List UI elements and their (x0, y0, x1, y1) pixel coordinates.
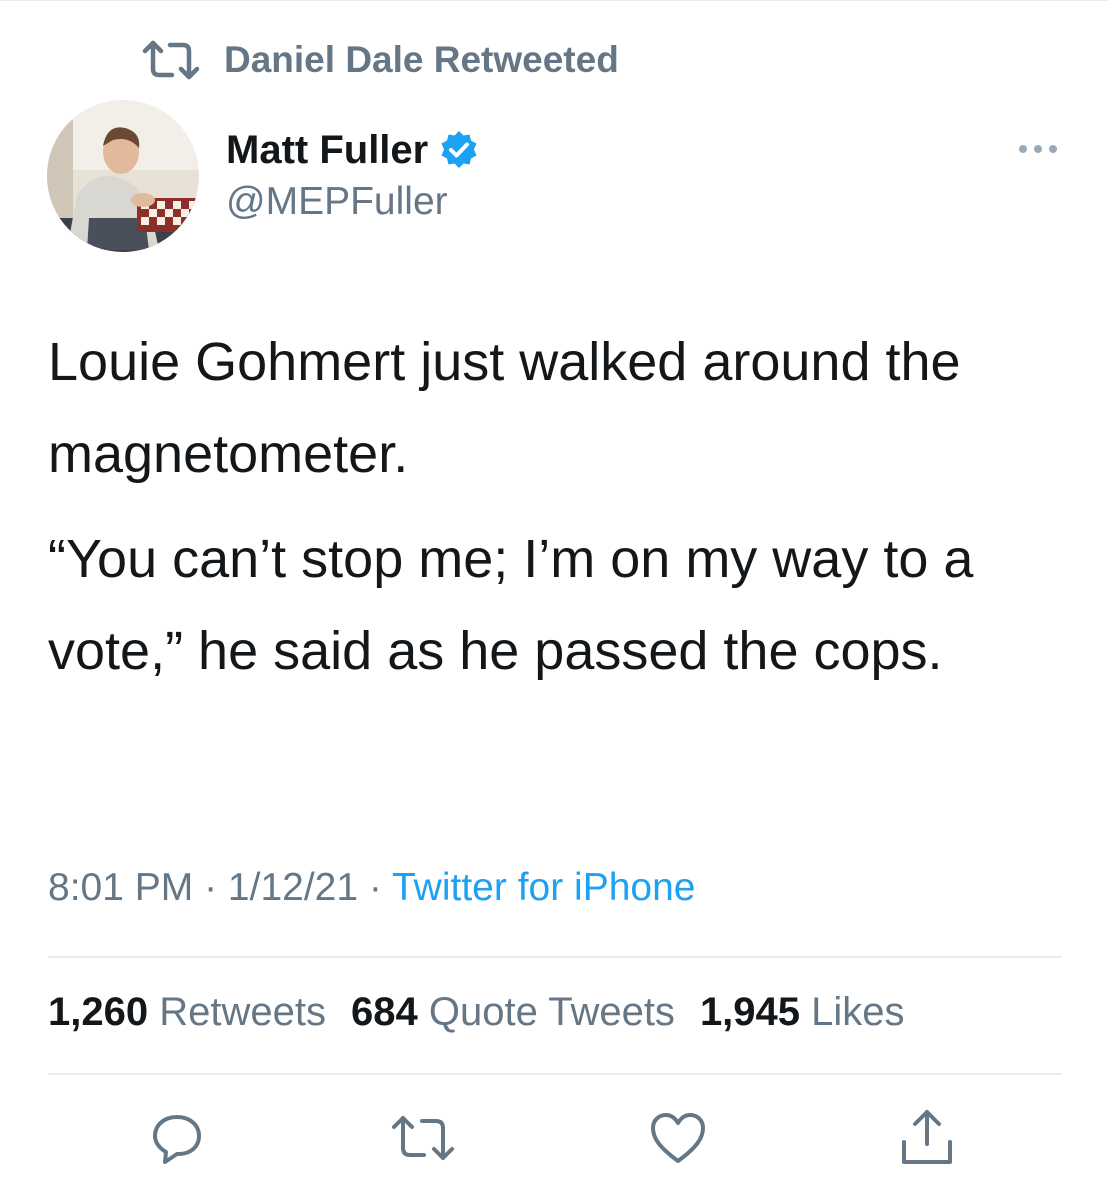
meta-separator: · (193, 866, 228, 909)
top-divider (0, 0, 1109, 1)
tweet-meta: 8:01 PM · 1/12/21 · Twitter for iPhone (48, 866, 695, 910)
like-button[interactable] (646, 1106, 710, 1170)
retweets-label: Retweets (159, 990, 326, 1034)
more-dot (1049, 145, 1057, 153)
retweet-context-label: Daniel Dale Retweeted (224, 39, 619, 80)
tweet-date[interactable]: 1/12/21 (228, 866, 358, 909)
author-display-name[interactable]: Matt Fuller (226, 128, 428, 173)
tweet-time[interactable]: 8:01 PM (48, 866, 193, 909)
tweet-stats: 1,260 Retweets 684 Quote Tweets 1,945 Li… (48, 990, 905, 1035)
more-dot (1019, 145, 1027, 153)
likes-label: Likes (811, 990, 905, 1034)
likes-count: 1,945 (699, 990, 801, 1034)
likes-stat[interactable]: 1,945 Likes (700, 990, 905, 1035)
reply-button[interactable] (145, 1106, 209, 1170)
author-handle[interactable]: @MEPFuller (226, 180, 480, 224)
retweet-icon (142, 40, 200, 80)
quote-tweets-count: 684 (350, 990, 418, 1034)
tweet-text: Louie Gohmert just walked around the mag… (48, 316, 1088, 697)
retweet-context[interactable]: Daniel Dale Retweeted (142, 36, 619, 84)
heart-icon (649, 1111, 707, 1165)
meta-separator: · (358, 866, 393, 909)
retweet-icon (391, 1115, 455, 1161)
retweets-count: 1,260 (48, 990, 149, 1034)
reply-icon (149, 1110, 205, 1166)
action-bar (0, 1106, 1109, 1170)
retweets-stat[interactable]: 1,260 Retweets (48, 990, 326, 1035)
divider (48, 1073, 1062, 1075)
divider (48, 956, 1062, 958)
quote-tweets-stat[interactable]: 684 Quote Tweets (351, 990, 675, 1035)
share-button[interactable] (895, 1106, 959, 1170)
quote-tweets-label: Quote Tweets (428, 990, 675, 1034)
tweet-paragraph: “You can’t stop me; I’m on my way to a v… (48, 529, 974, 681)
share-icon (898, 1108, 956, 1168)
more-dot (1034, 145, 1042, 153)
verified-badge-icon (438, 129, 480, 171)
tweet-source[interactable]: Twitter for iPhone (392, 866, 695, 909)
author-block[interactable]: Matt Fuller @MEPFuller (226, 122, 480, 224)
avatar[interactable] (47, 100, 199, 252)
retweet-button[interactable] (391, 1106, 455, 1170)
tweet-paragraph: Louie Gohmert just walked around the mag… (48, 332, 961, 484)
more-options-icon[interactable] (1008, 134, 1068, 164)
